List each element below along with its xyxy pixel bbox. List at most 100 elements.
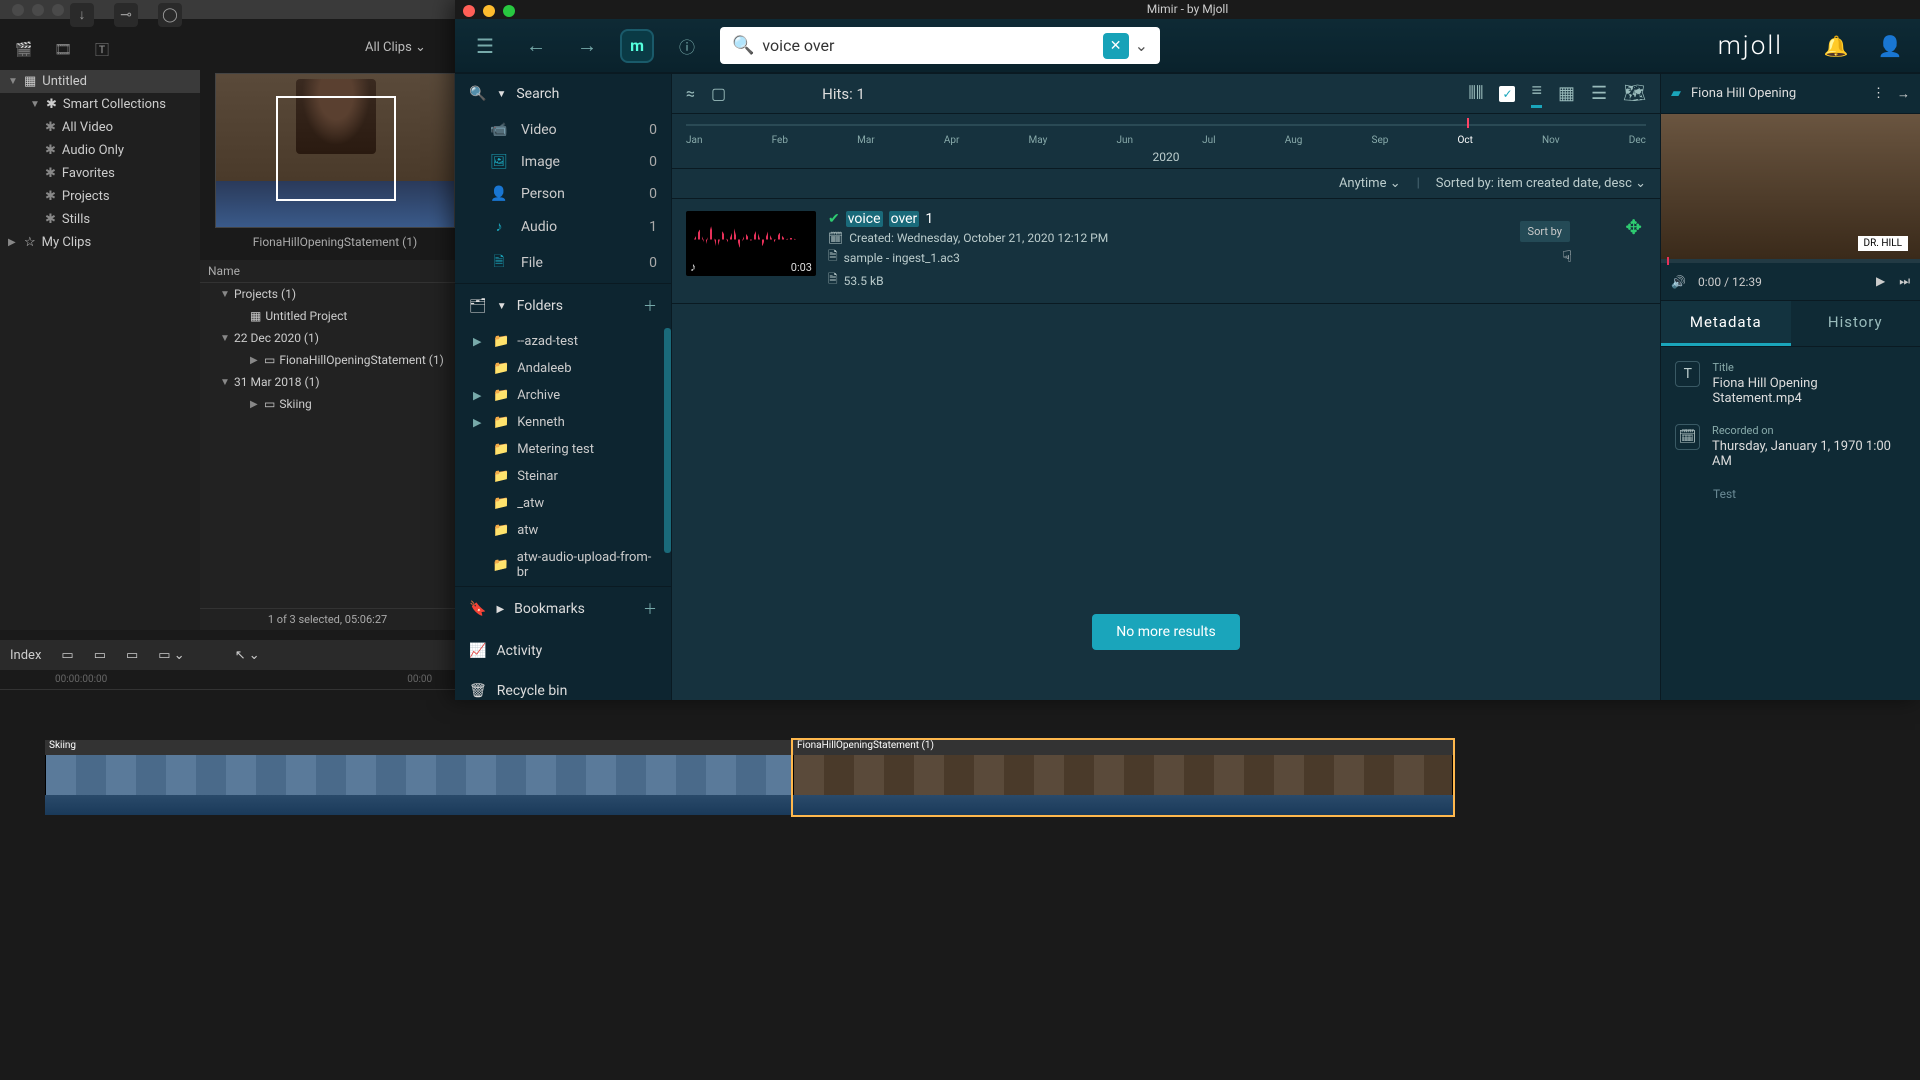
search-dropdown-icon[interactable]: ⌄ (1129, 36, 1154, 55)
month-dec[interactable]: Dec (1629, 135, 1646, 146)
more-icon[interactable]: ⋮ (1872, 86, 1885, 102)
list-date-2[interactable]: ▼31 Mar 2018 (1) (200, 371, 455, 393)
play-icon[interactable]: ▶ (1876, 274, 1885, 289)
tab-metadata[interactable]: Metadata (1661, 301, 1791, 346)
tab-history[interactable]: History (1791, 301, 1920, 346)
compact-view-icon[interactable]: ☰ (1591, 83, 1607, 104)
all-clips-label[interactable]: All Clips ⌄ (365, 40, 426, 55)
list-projects[interactable]: ▼Projects (1) (200, 283, 455, 305)
list-untitled-project[interactable]: ▦Untitled Project (200, 305, 455, 327)
film-icon[interactable]: 🎞 (51, 38, 75, 62)
preview-scrubber[interactable] (1661, 259, 1920, 263)
maximize-button[interactable] (503, 5, 515, 17)
loop-icon[interactable]: ◯ (158, 3, 182, 27)
grid-view-icon[interactable]: ▦ (1558, 83, 1575, 104)
filter-square-icon[interactable]: ▢ (711, 84, 726, 103)
sidebar-all-video[interactable]: ✱All Video (0, 116, 200, 139)
list-date-1[interactable]: ▼22 Dec 2020 (1) (200, 327, 455, 349)
sidebar-smart-collections[interactable]: ▼✱Smart Collections (0, 93, 200, 116)
folder-item[interactable]: 📁_atw (455, 490, 671, 517)
import-icon[interactable]: ↓ (70, 3, 94, 27)
account-icon[interactable]: 👤 (1872, 28, 1908, 64)
minimize-button[interactable] (483, 5, 495, 17)
activity-section[interactable]: 📈 Activity (455, 631, 671, 671)
sidebar-untitled[interactable]: ▼▦Untitled (0, 70, 200, 93)
filter-approx-icon[interactable]: ≈ (686, 84, 695, 103)
search-input[interactable] (754, 36, 1102, 55)
index-button[interactable]: Index (10, 648, 41, 663)
timeline-clip-skiing[interactable]: Skiing (45, 740, 793, 815)
month-sep[interactable]: Sep (1372, 135, 1389, 146)
arrow-tool[interactable]: ↖ ⌄ (235, 648, 260, 663)
timeline-tracks[interactable]: Skiing FionaHillOpeningStatement (1) (0, 690, 1920, 1080)
month-may[interactable]: May (1028, 135, 1047, 146)
list-fiona[interactable]: ▶▭FionaHillOpeningStatement (1) (200, 349, 455, 371)
month-jan[interactable]: Jan (686, 135, 702, 146)
bookmarks-section-header[interactable]: 🔖 ▶ Bookmarks ＋ (455, 586, 671, 631)
meta-test-field[interactable]: Test (1675, 487, 1906, 501)
drag-handle-icon[interactable]: ✥ (1625, 215, 1642, 239)
folder-item[interactable]: 📁atw (455, 517, 671, 544)
month-feb[interactable]: Feb (772, 135, 788, 146)
facet-image[interactable]: 🖼Image0 (455, 146, 671, 178)
folder-item[interactable]: 📁atw-audio-upload-from-br (455, 544, 671, 586)
timeline-tool-3[interactable]: ▭ (126, 648, 138, 663)
waveform-view-icon[interactable]: ⫴⫴ (1468, 83, 1483, 104)
add-folder-icon[interactable]: ＋ (643, 296, 657, 316)
info-icon[interactable]: ⓘ (669, 28, 705, 64)
anytime-filter[interactable]: Anytime ⌄ (1339, 176, 1401, 191)
clip-thumbnail[interactable]: FionaHillOpeningStatement (1) (215, 73, 455, 228)
skip-icon[interactable]: ⏭ (1899, 274, 1910, 289)
folder-item[interactable]: 📁Steinar (455, 463, 671, 490)
mimir-logo[interactable]: m (620, 29, 654, 63)
facet-person[interactable]: 👤Person0 (455, 178, 671, 210)
clear-search-button[interactable]: ✕ (1103, 33, 1129, 59)
sort-filter[interactable]: Sorted by: item created date, desc ⌄ (1436, 176, 1646, 191)
timeline-clip-fiona[interactable]: FionaHillOpeningStatement (1) (793, 740, 1453, 815)
sidebar-stills[interactable]: ✱Stills (0, 208, 200, 231)
list-view-icon[interactable]: ≡ (1531, 80, 1542, 108)
facet-video[interactable]: 📹Video0 (455, 114, 671, 146)
sidebar-audio-only[interactable]: ✱Audio Only (0, 139, 200, 162)
title-icon[interactable]: 🅃 (90, 38, 114, 62)
waveform-checkbox[interactable]: ✓ (1499, 86, 1515, 102)
facet-audio[interactable]: ♪Audio1 (455, 210, 671, 243)
folder-item[interactable]: ▶📁Archive (455, 382, 671, 409)
sidebar-my-clips[interactable]: ▶☆My Clips (0, 231, 200, 254)
month-oct[interactable]: Oct (1458, 135, 1473, 146)
month-mar[interactable]: Mar (857, 135, 875, 146)
folder-item[interactable]: 📁Andaleeb (455, 355, 671, 382)
add-bookmark-icon[interactable]: ＋ (643, 599, 657, 619)
list-skiing[interactable]: ▶▭Skiing (200, 393, 455, 415)
back-icon[interactable]: ← (518, 28, 554, 64)
month-nov[interactable]: Nov (1542, 135, 1560, 146)
month-jun[interactable]: Jun (1116, 135, 1133, 146)
facet-file[interactable]: 🗎File0 (455, 243, 671, 283)
month-aug[interactable]: Aug (1285, 135, 1303, 146)
keyword-icon[interactable]: ⊸ (114, 3, 138, 27)
timeline-tool-4[interactable]: ▭ ⌄ (158, 648, 184, 663)
bell-icon[interactable]: 🔔 (1818, 28, 1854, 64)
preview-video[interactable]: DR. HILL (1661, 114, 1920, 259)
folders-section-header[interactable]: 🗂 ▼ Folders ＋ (455, 283, 671, 328)
expand-icon[interactable]: → (1897, 86, 1910, 102)
sidebar-favorites[interactable]: ✱Favorites (0, 162, 200, 185)
month-apr[interactable]: Apr (944, 135, 960, 146)
name-column-header[interactable]: Name (200, 260, 455, 283)
sidebar-projects[interactable]: ✱Projects (0, 185, 200, 208)
menu-icon[interactable]: ☰ (467, 28, 503, 64)
date-timeline[interactable]: JanFebMarAprMayJunJulAugSepOctNovDec 202… (672, 114, 1660, 169)
recycle-bin-section[interactable]: 🗑 Recycle bin (455, 671, 671, 700)
forward-icon[interactable]: → (569, 28, 605, 64)
folder-scrollbar[interactable] (664, 328, 671, 553)
month-jul[interactable]: Jul (1202, 135, 1215, 146)
close-button[interactable] (463, 5, 475, 17)
no-more-results-button[interactable]: No more results (1092, 614, 1239, 650)
volume-icon[interactable]: 🔊 (1671, 275, 1686, 289)
search-result-item[interactable]: ♪ 0:03 ✔ voice over 1 🗓Created: Wednesda… (672, 199, 1660, 304)
map-view-icon[interactable]: 🗺 (1623, 83, 1646, 104)
timeline-tool-2[interactable]: ▭ (94, 648, 106, 663)
folder-item[interactable]: ▶📁--azad-test (455, 328, 671, 355)
folder-item[interactable]: ▶📁Kenneth (455, 409, 671, 436)
timeline-tool-1[interactable]: ▭ (61, 648, 73, 663)
